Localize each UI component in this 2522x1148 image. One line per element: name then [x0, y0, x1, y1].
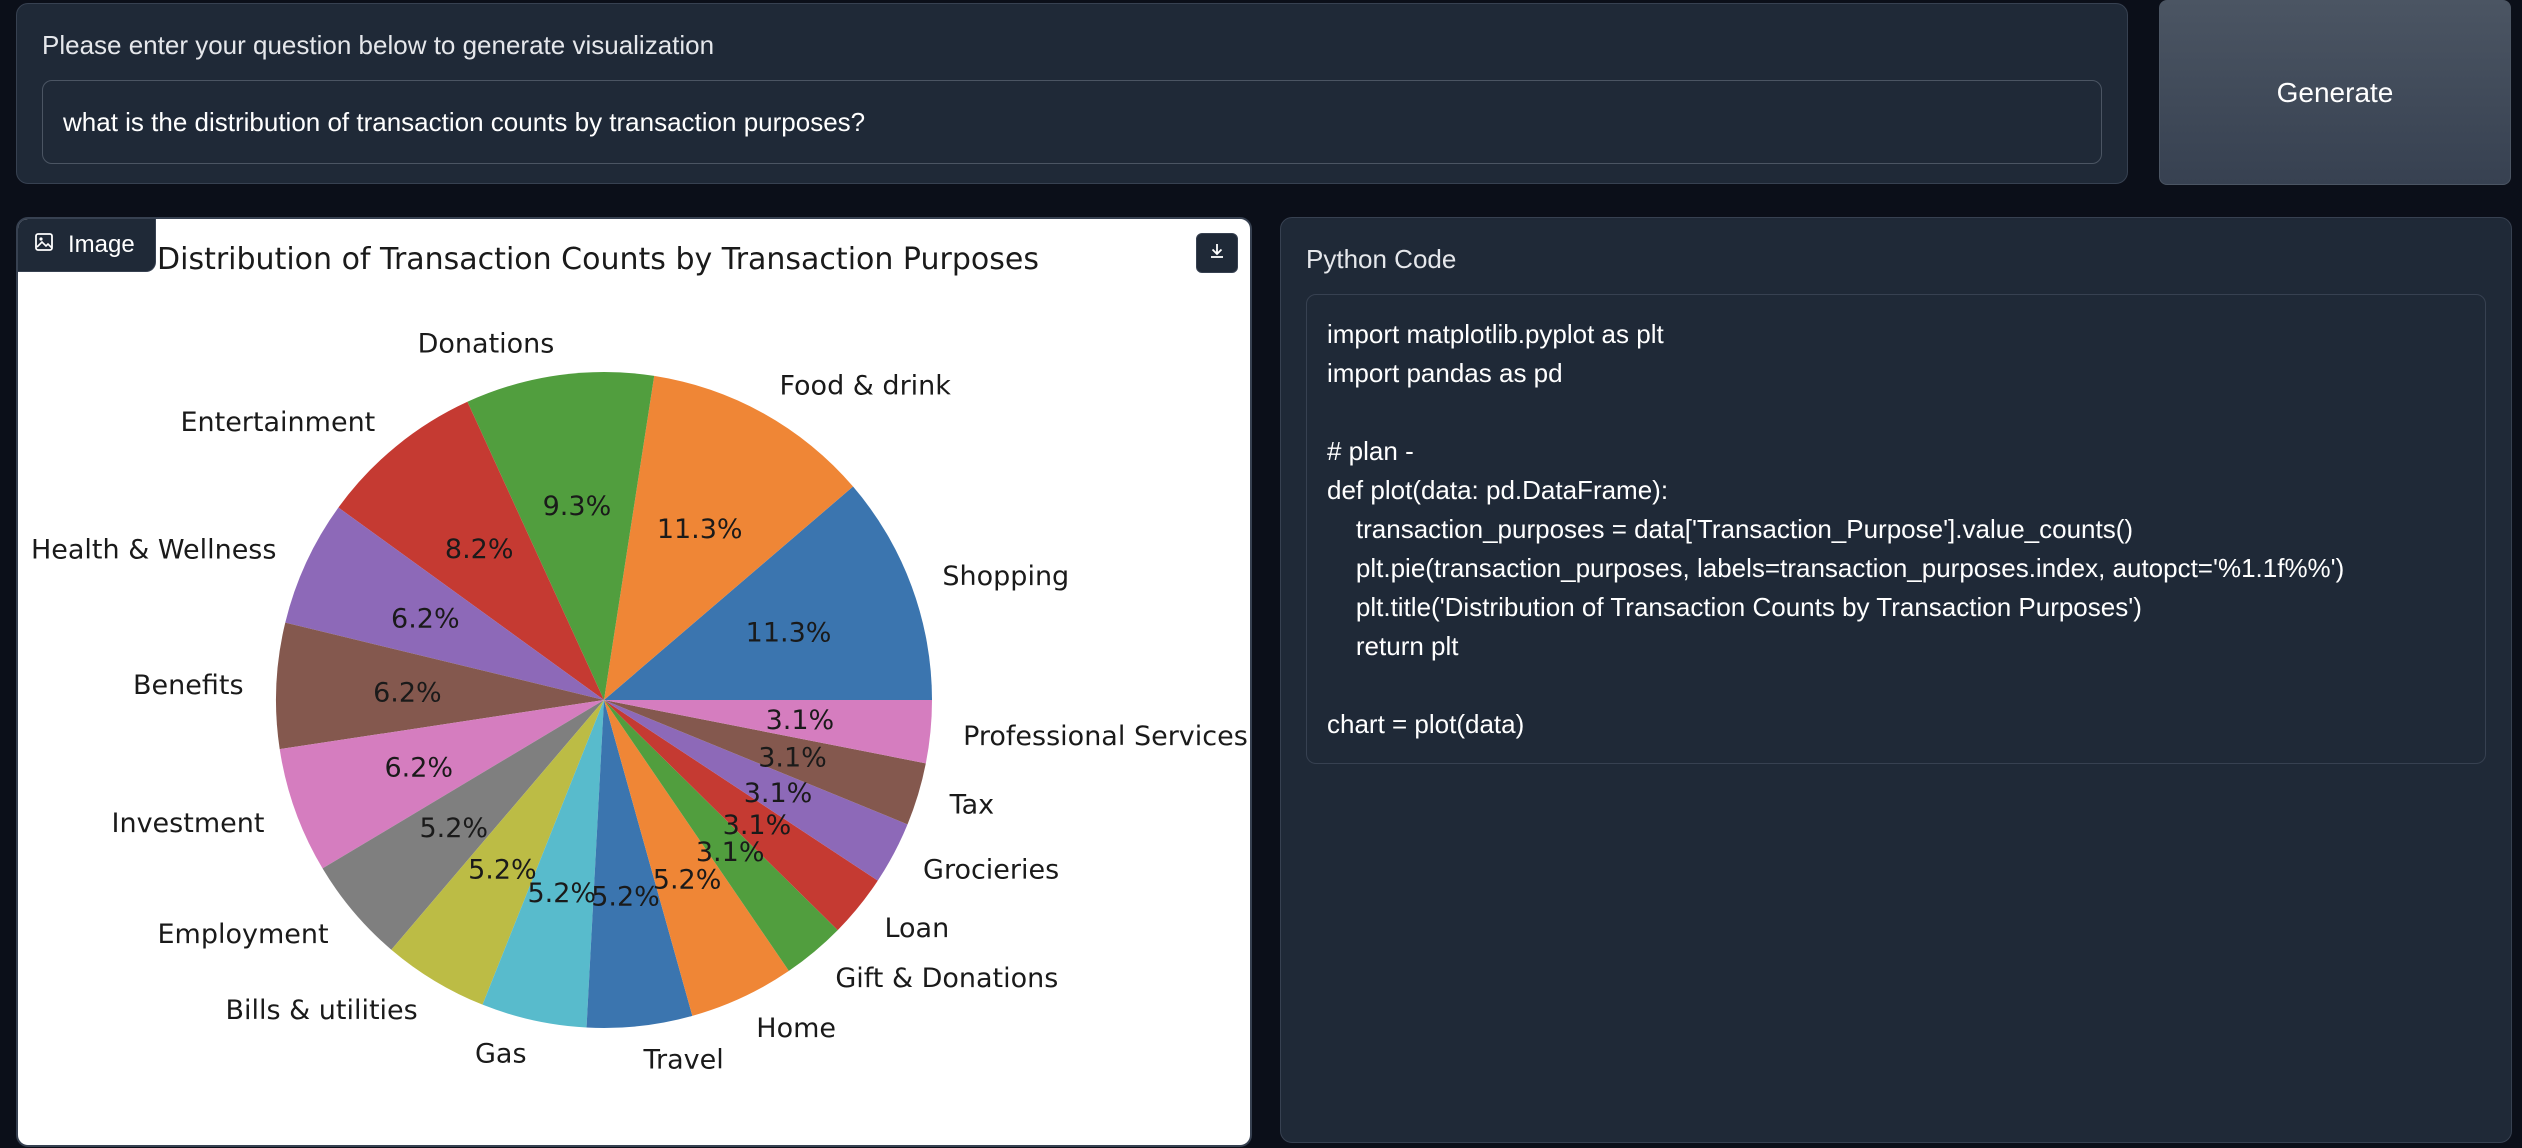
generate-button[interactable]: Generate [2159, 0, 2511, 185]
slice-percent-label: 3.1% [723, 810, 792, 841]
slice-category-label: Employment [157, 919, 328, 950]
image-tag-label: Image [68, 231, 135, 258]
download-button[interactable] [1196, 233, 1238, 273]
image-icon [34, 231, 54, 259]
slice-percent-label: 6.2% [373, 677, 442, 708]
code-line: plt.title('Distribution of Transaction C… [1327, 592, 2142, 622]
slice-category-label: Grocieries [923, 855, 1059, 886]
code-line: return plt [1327, 631, 1459, 661]
code-panel: Python Code import matplotlib.pyplot as … [1280, 217, 2512, 1143]
slice-category-label: Benefits [133, 670, 244, 701]
slice-percent-label: 5.2% [419, 813, 488, 844]
slice-category-label: Gift & Donations [835, 963, 1058, 994]
download-icon [1207, 241, 1227, 266]
question-input[interactable] [42, 80, 2102, 164]
code-line: transaction_purposes = data['Transaction… [1327, 514, 2134, 544]
image-panel: Image Distribution of Transaction Counts… [16, 217, 1252, 1147]
slice-category-label: Tax [949, 790, 995, 821]
slice-category-label: Entertainment [180, 407, 375, 438]
slice-percent-label: 3.1% [744, 778, 813, 809]
slice-category-label: Travel [643, 1045, 724, 1076]
slice-percent-label: 11.3% [746, 618, 832, 649]
question-label: Please enter your question below to gene… [42, 30, 715, 60]
slice-percent-label: 5.2% [468, 855, 537, 886]
image-tag: Image [18, 219, 156, 272]
code-line: import matplotlib.pyplot as plt [1327, 319, 1664, 349]
slice-category-label: Gas [475, 1038, 527, 1069]
slice-percent-label: 11.3% [657, 514, 743, 545]
slice-percent-label: 5.2% [591, 882, 660, 913]
chart-title: Distribution of Transaction Counts by Tr… [157, 242, 1039, 277]
slice-percent-label: 5.2% [527, 878, 596, 909]
slice-percent-label: 9.3% [543, 491, 612, 522]
slice-category-label: Health & Wellness [31, 535, 276, 566]
slice-percent-label: 5.2% [653, 864, 722, 895]
slice-category-label: Shopping [942, 561, 1069, 592]
slice-category-label: Food & drink [779, 371, 951, 402]
slice-category-label: Loan [884, 913, 949, 944]
pie-chart: Distribution of Transaction Counts by Tr… [31, 242, 1248, 1076]
code-label: Python Code [1306, 244, 1457, 274]
slice-category-label: Home [756, 1013, 836, 1044]
question-panel: Please enter your question below to gene… [16, 3, 2128, 184]
code-block[interactable]: import matplotlib.pyplot as plt import pa… [1306, 294, 2486, 764]
slice-category-label: Bills & utilities [225, 995, 417, 1026]
code-line: chart = plot(data) [1327, 709, 1525, 739]
slice-percent-label: 8.2% [445, 534, 514, 565]
code-line: def plot(data: pd.DataFrame): [1327, 475, 1669, 505]
slice-percent-label: 6.2% [384, 753, 453, 784]
slice-percent-label: 3.1% [758, 743, 827, 774]
slice-category-label: Professional Services [963, 721, 1248, 752]
code-line: import pandas as pd [1327, 358, 1563, 388]
slice-percent-label: 3.1% [696, 837, 765, 868]
slice-percent-label: 3.1% [766, 705, 835, 736]
slice-category-label: Donations [418, 329, 555, 360]
code-line: plt.pie(transaction_purposes, labels=tra… [1327, 553, 2345, 583]
code-line: # plan - [1327, 436, 1414, 466]
slice-category-label: Investment [112, 808, 265, 839]
slice-percent-label: 6.2% [391, 603, 460, 634]
